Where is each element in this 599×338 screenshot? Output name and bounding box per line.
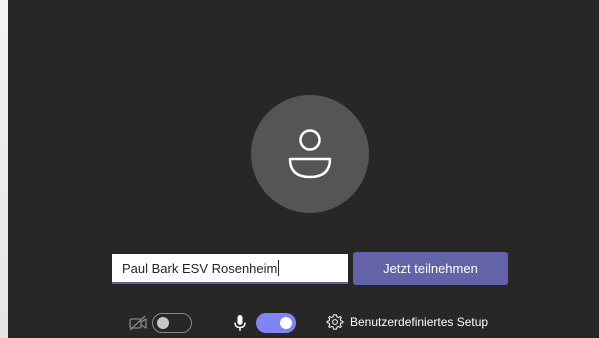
microphone-icon — [234, 315, 246, 331]
custom-setup-label: Benutzerdefiniertes Setup — [350, 315, 489, 329]
name-input-value: Paul Bark ESV Rosenheim — [122, 260, 278, 276]
avatar — [251, 95, 369, 213]
device-controls: Benutzerdefiniertes Setup — [8, 311, 599, 335]
join-now-button[interactable]: Jetzt teilnehmen — [353, 252, 508, 285]
person-avatar-icon — [288, 129, 332, 179]
microphone-control — [233, 313, 296, 333]
camera-off-icon — [129, 315, 147, 331]
custom-setup-button[interactable]: Benutzerdefiniertes Setup — [326, 313, 488, 331]
text-caret — [278, 260, 280, 276]
background-window-edge — [0, 0, 8, 338]
camera-toggle[interactable] — [152, 313, 192, 333]
camera-control — [128, 313, 192, 333]
gear-icon — [326, 314, 344, 330]
microphone-toggle[interactable] — [256, 313, 296, 333]
microphone-toggle-knob — [280, 317, 292, 329]
camera-toggle-knob — [157, 317, 169, 329]
name-input[interactable]: Paul Bark ESV Rosenheim — [112, 254, 348, 284]
prejoin-screen: Paul Bark ESV Rosenheim Jetzt teilnehmen — [8, 0, 599, 338]
